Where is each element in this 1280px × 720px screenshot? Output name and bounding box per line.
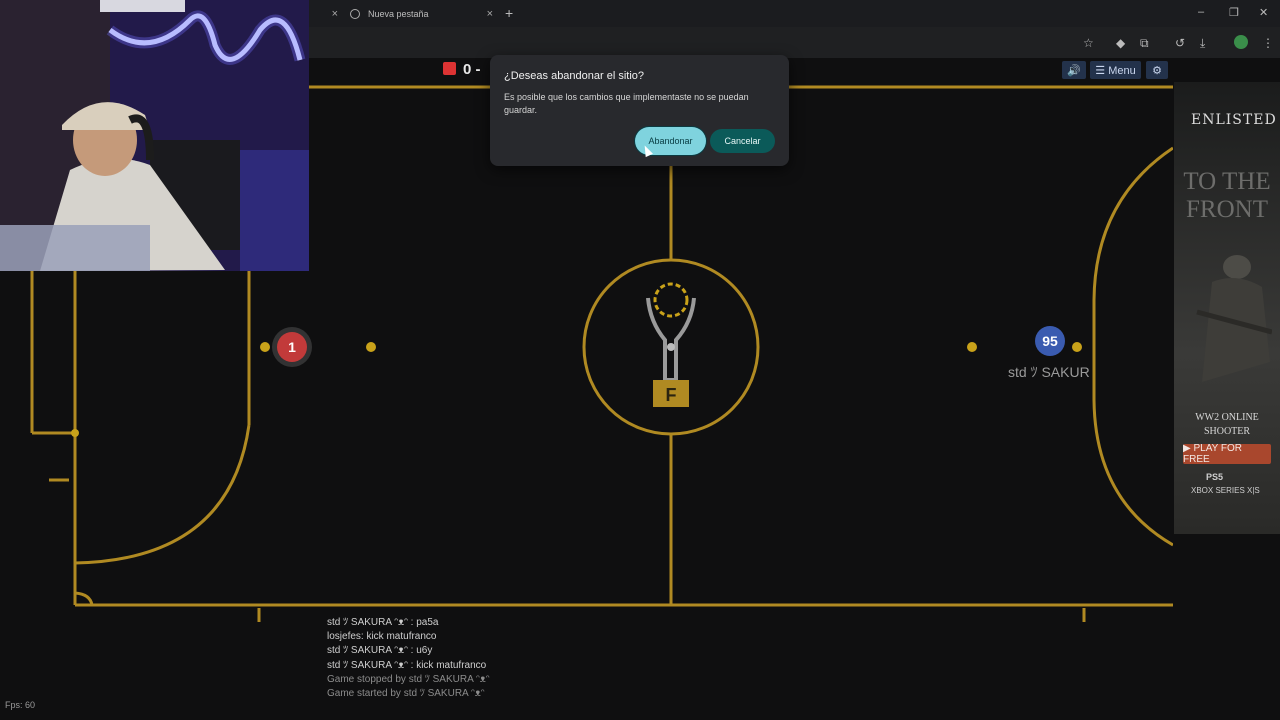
chat-message: losjefes: kick matufranco: [327, 631, 437, 643]
star-icon[interactable]: ☆: [1083, 36, 1094, 50]
ad-subtitle: WW2 ONLINE SHOOTER: [1195, 412, 1259, 437]
kickoff-dot: [260, 342, 270, 352]
ps5-logo: PS5: [1206, 472, 1224, 482]
ad-sidebar: ENLISTED TO THE FRONT WW2 ONLINE SHOOTER…: [1173, 58, 1280, 720]
left-corner-arc: [74, 591, 94, 606]
chat-log: std ﾂ SAKURA ᵔᴥᵔ : pa5a losjefes: kick m…: [327, 616, 490, 701]
kickoff-dot: [967, 342, 977, 352]
download-icon[interactable]: ⤓: [1200, 36, 1205, 51]
ad-logo: ENLISTED: [1191, 112, 1277, 128]
player-number: 1: [288, 339, 296, 355]
history-icon[interactable]: ↺: [1175, 36, 1185, 50]
chat-message: Game started by std ﾂ SAKURA ᵔᴥᵔ: [327, 688, 485, 700]
soldier-image: [1196, 255, 1272, 382]
kickoff-dot: [366, 342, 376, 352]
right-area-arc: [1092, 146, 1173, 547]
settings-button[interactable]: ⚙: [1146, 61, 1168, 79]
tab-current[interactable]: ×: [310, 0, 338, 27]
tab-new-tab[interactable]: Nueva pestaña ×: [350, 0, 493, 27]
xbox-logo: XBOX SERIES X|S: [1191, 486, 1260, 495]
puzzle-icon[interactable]: ⧉: [1140, 36, 1149, 51]
player-name-label: std ﾂ SAKUR: [1008, 364, 1090, 380]
leave-site-dialog: ¿Deseas abandonar el sitio? Es posible q…: [490, 55, 789, 166]
ad-headline-line: FRONT: [1186, 196, 1268, 223]
kebab-menu-icon[interactable]: ⋮: [1262, 36, 1274, 50]
chat-message: std ﾂ SAKURA ᵔᴥᵔ : kick matufranco: [327, 659, 487, 671]
chat-message: Game stopped by std ﾂ SAKURA ᵔᴥᵔ: [327, 673, 490, 685]
minimize-icon[interactable]: –: [1198, 6, 1204, 18]
chat-message: std ﾂ SAKURA ᵔᴥᵔ : pa5a: [327, 617, 439, 628]
ad-banner[interactable]: ENLISTED TO THE FRONT WW2 ONLINE SHOOTER…: [1174, 82, 1280, 534]
chat-message: std ﾂ SAKURA ᵔᴥᵔ : u6y: [327, 645, 433, 657]
red-team-indicator: [443, 62, 456, 75]
tab-close-icon[interactable]: ×: [487, 8, 493, 20]
tab-close-icon[interactable]: ×: [332, 8, 338, 20]
dialog-body: Es posible que los cambios que implement…: [504, 92, 749, 115]
menu-button[interactable]: ☰ Menu: [1090, 61, 1141, 79]
player-number: 95: [1042, 333, 1058, 349]
close-window-icon[interactable]: ✕: [1259, 6, 1268, 19]
profile-icon[interactable]: [1234, 35, 1248, 49]
cancel-button[interactable]: Cancelar: [710, 129, 775, 153]
dialog-title: ¿Deseas abandonar el sitio?: [504, 70, 645, 82]
globe-icon: [350, 8, 360, 19]
blue-player-disc: 95: [1035, 326, 1065, 356]
ad-headline-line: TO THE: [1183, 168, 1271, 195]
tab-label: Nueva pestaña: [368, 8, 429, 19]
kickoff-dot: [1072, 342, 1082, 352]
left-area-arc: [74, 424, 251, 565]
ad-headline: TO THE FRONT: [1174, 168, 1280, 224]
center-trophy-logo: F: [646, 282, 696, 407]
goal-post: [71, 429, 79, 437]
restore-icon[interactable]: ❐: [1229, 6, 1239, 19]
score-display: 0 -: [463, 61, 481, 78]
mute-button[interactable]: 🔊: [1062, 61, 1086, 79]
red-player-disc: 1: [277, 332, 307, 362]
play-for-free-button[interactable]: ▶ PLAY FOR FREE: [1183, 443, 1271, 465]
fps-counter: Fps: 60: [5, 700, 36, 710]
new-tab-button[interactable]: +: [505, 5, 513, 21]
extension-pin-icon[interactable]: ◆: [1116, 36, 1125, 50]
svg-text:F: F: [666, 385, 677, 405]
webcam-overlay: [0, 0, 309, 271]
